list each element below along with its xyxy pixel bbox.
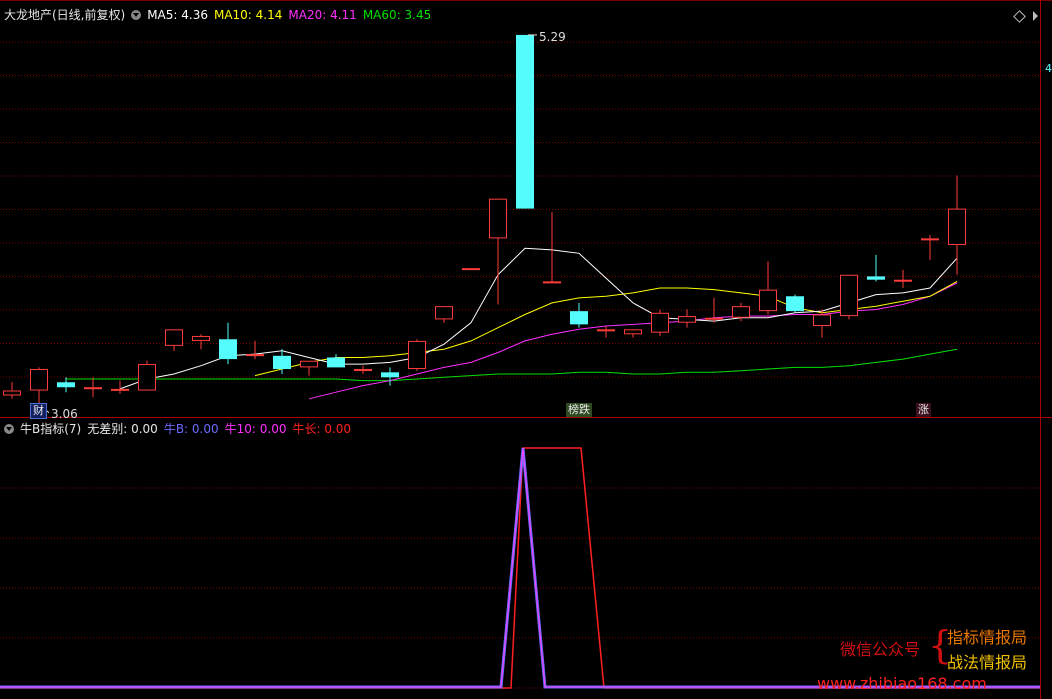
candle <box>759 261 777 315</box>
niuchang-legend: 牛长: 0.00 <box>292 422 352 436</box>
candle <box>381 367 399 386</box>
candle-body <box>705 317 723 320</box>
candle <box>3 382 21 399</box>
dropdown-icon[interactable] <box>131 10 142 20</box>
candle <box>624 329 642 338</box>
ma20-legend: MA20: 4.11 <box>288 8 357 22</box>
candle <box>516 34 534 209</box>
candle <box>462 268 480 271</box>
candle-body <box>273 355 291 370</box>
candle <box>840 274 858 320</box>
niub-legend: 牛B: 0.00 <box>163 422 219 436</box>
candle <box>300 360 318 376</box>
candle <box>651 309 669 336</box>
candle-body <box>3 390 21 396</box>
candle-body <box>192 335 210 341</box>
candle-body <box>354 369 372 372</box>
candle <box>867 254 885 282</box>
sub-panel-header: 牛B指标(7) 无差别: 0.00 牛B: 0.00 牛10: 0.00 牛长: 0.0… <box>4 420 357 437</box>
watermark-url: www.zhibiao168.com <box>817 674 987 693</box>
candle-body <box>84 387 102 390</box>
main-panel-header: 大龙地产(日线,前复权) MA5: 4.36 MA10: 4.14 MA20: 4.1… <box>4 6 437 23</box>
candle-body <box>813 314 831 327</box>
candle-body <box>678 316 696 323</box>
candle <box>786 294 804 313</box>
right-edge-label: 4 <box>1045 62 1052 75</box>
tag-bangdie[interactable]: 榜跌 <box>566 403 592 417</box>
candle <box>435 306 453 323</box>
candle <box>327 354 345 368</box>
candle-body <box>219 339 237 360</box>
candle-body <box>165 329 183 346</box>
candle-body <box>30 369 48 391</box>
candle-body <box>840 274 858 317</box>
candle-body <box>651 312 669 333</box>
candle-body <box>597 329 615 332</box>
indicator-title[interactable]: 牛B指标(7) <box>20 422 81 436</box>
wucha-legend: 无差别: 0.00 <box>87 422 158 436</box>
niu10-legend: 牛10: 0.00 <box>224 422 287 436</box>
candle <box>408 339 426 371</box>
candle-body <box>57 382 75 388</box>
candle-body <box>138 364 156 391</box>
candle-body <box>948 208 966 245</box>
candle <box>948 175 966 275</box>
candle-body <box>786 296 804 312</box>
candle-body <box>570 311 588 325</box>
chart-canvas[interactable]: 5.29 3.06 <box>0 0 1052 699</box>
candle <box>165 329 183 351</box>
watermark-account-label: 微信公众号 <box>840 640 921 659</box>
candle <box>354 365 372 374</box>
watermark-line2: 战法情报局 <box>947 653 1028 672</box>
candlestick-series[interactable] <box>3 34 966 414</box>
candle-body <box>624 329 642 335</box>
candle <box>921 235 939 260</box>
candle <box>84 377 102 398</box>
candle <box>570 302 588 328</box>
candle <box>678 309 696 328</box>
ma20-line <box>308 282 958 400</box>
candle-body <box>867 276 885 280</box>
candle <box>894 269 912 288</box>
high-price-label: 5.29 <box>539 30 566 44</box>
candle-body <box>759 289 777 312</box>
candle-body <box>327 357 345 368</box>
candle-body <box>516 34 534 209</box>
candle-body <box>246 354 264 357</box>
candle-body <box>462 268 480 271</box>
candle-body <box>489 198 507 239</box>
candle-body <box>300 360 318 368</box>
candle <box>30 367 48 404</box>
dropdown-icon[interactable] <box>4 424 14 434</box>
candle <box>597 326 615 338</box>
candle-body <box>894 279 912 282</box>
ma5-line <box>119 247 958 390</box>
candle <box>543 211 561 284</box>
candle <box>219 322 237 365</box>
ma5-legend: MA5: 4.36 <box>147 8 208 22</box>
candle-body <box>732 306 750 318</box>
ma60-line <box>66 348 958 382</box>
scroll-arrow-icon[interactable] <box>1033 11 1038 21</box>
candle-body <box>435 306 453 320</box>
stock-title[interactable]: 大龙地产(日线,前复权) <box>4 8 125 22</box>
candle-body <box>921 238 939 241</box>
ma60-legend: MA60: 3.45 <box>362 8 432 22</box>
candle <box>192 334 210 350</box>
candle-body <box>111 388 129 391</box>
candle-body <box>381 372 399 378</box>
tag-zhang[interactable]: 涨 <box>916 403 931 417</box>
candle-body <box>408 340 426 370</box>
candle <box>57 377 75 393</box>
candle <box>138 360 156 391</box>
candle <box>489 198 507 305</box>
candle-body <box>543 281 561 284</box>
watermark-line1: 指标情报局 <box>947 628 1028 647</box>
low-price-label: 3.06 <box>51 407 78 421</box>
ma10-legend: MA10: 4.14 <box>213 8 283 22</box>
tag-cai[interactable]: 财 <box>30 403 47 419</box>
